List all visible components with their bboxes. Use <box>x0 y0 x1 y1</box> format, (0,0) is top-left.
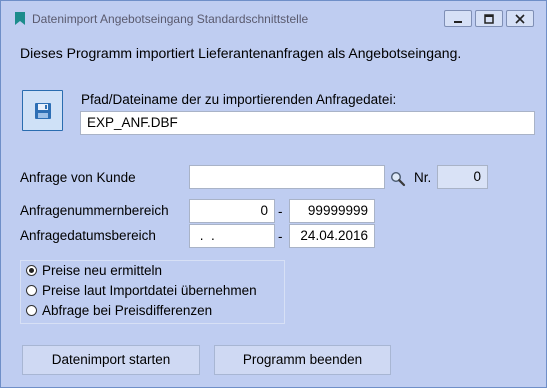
file-path-input[interactable]: EXP_ANF.DBF <box>80 111 535 135</box>
radio-label: Abfrage bei Preisdifferenzen <box>42 303 213 318</box>
close-icon <box>515 14 525 24</box>
intro-text: Dieses Programm importiert Lieferantenan… <box>20 45 462 61</box>
dialog-window: Datenimport Angebotseingang Standardschn… <box>0 0 547 388</box>
exit-program-button[interactable]: Programm beenden <box>214 345 391 375</box>
start-import-button[interactable]: Datenimport starten <box>22 345 200 375</box>
radio-checked-icon <box>26 265 37 276</box>
floppy-disk-icon <box>35 103 51 119</box>
date-range-to-input[interactable]: 24.04.2016 <box>289 224 375 248</box>
window-title: Datenimport Angebotseingang Standardschn… <box>32 12 309 26</box>
customer-number-label: Nr. <box>414 170 432 185</box>
select-file-button[interactable] <box>22 90 63 131</box>
radio-label: Preise neu ermitteln <box>42 263 163 278</box>
minimize-icon <box>454 21 462 23</box>
date-range-separator: - <box>278 229 283 244</box>
number-range-from-input[interactable]: 0 <box>189 199 275 223</box>
customer-label: Anfrage von Kunde <box>20 170 136 185</box>
minimize-button[interactable] <box>444 10 472 27</box>
customer-number-field: 0 <box>437 165 488 189</box>
close-button[interactable] <box>506 10 534 27</box>
maximize-button[interactable] <box>475 10 503 27</box>
number-range-separator: - <box>278 204 283 219</box>
file-path-label: Pfad/Dateiname der zu importierenden Anf… <box>81 92 397 107</box>
title-bar[interactable]: Datenimport Angebotseingang Standardschn… <box>1 1 546 35</box>
radio-unchecked-icon <box>26 305 37 316</box>
magnifier-icon[interactable] <box>390 171 406 187</box>
radio-unchecked-icon <box>26 285 37 296</box>
number-range-to-input[interactable]: 99999999 <box>289 199 375 223</box>
date-range-from-input[interactable]: . . <box>189 224 275 248</box>
number-range-label: Anfragenummernbereich <box>20 203 169 218</box>
maximize-icon <box>484 14 494 24</box>
bookmark-icon <box>15 12 25 25</box>
radio-label: Preise laut Importdatei übernehmen <box>42 283 257 298</box>
date-range-label: Anfragedatumsbereich <box>20 228 156 243</box>
customer-input[interactable] <box>189 165 385 189</box>
